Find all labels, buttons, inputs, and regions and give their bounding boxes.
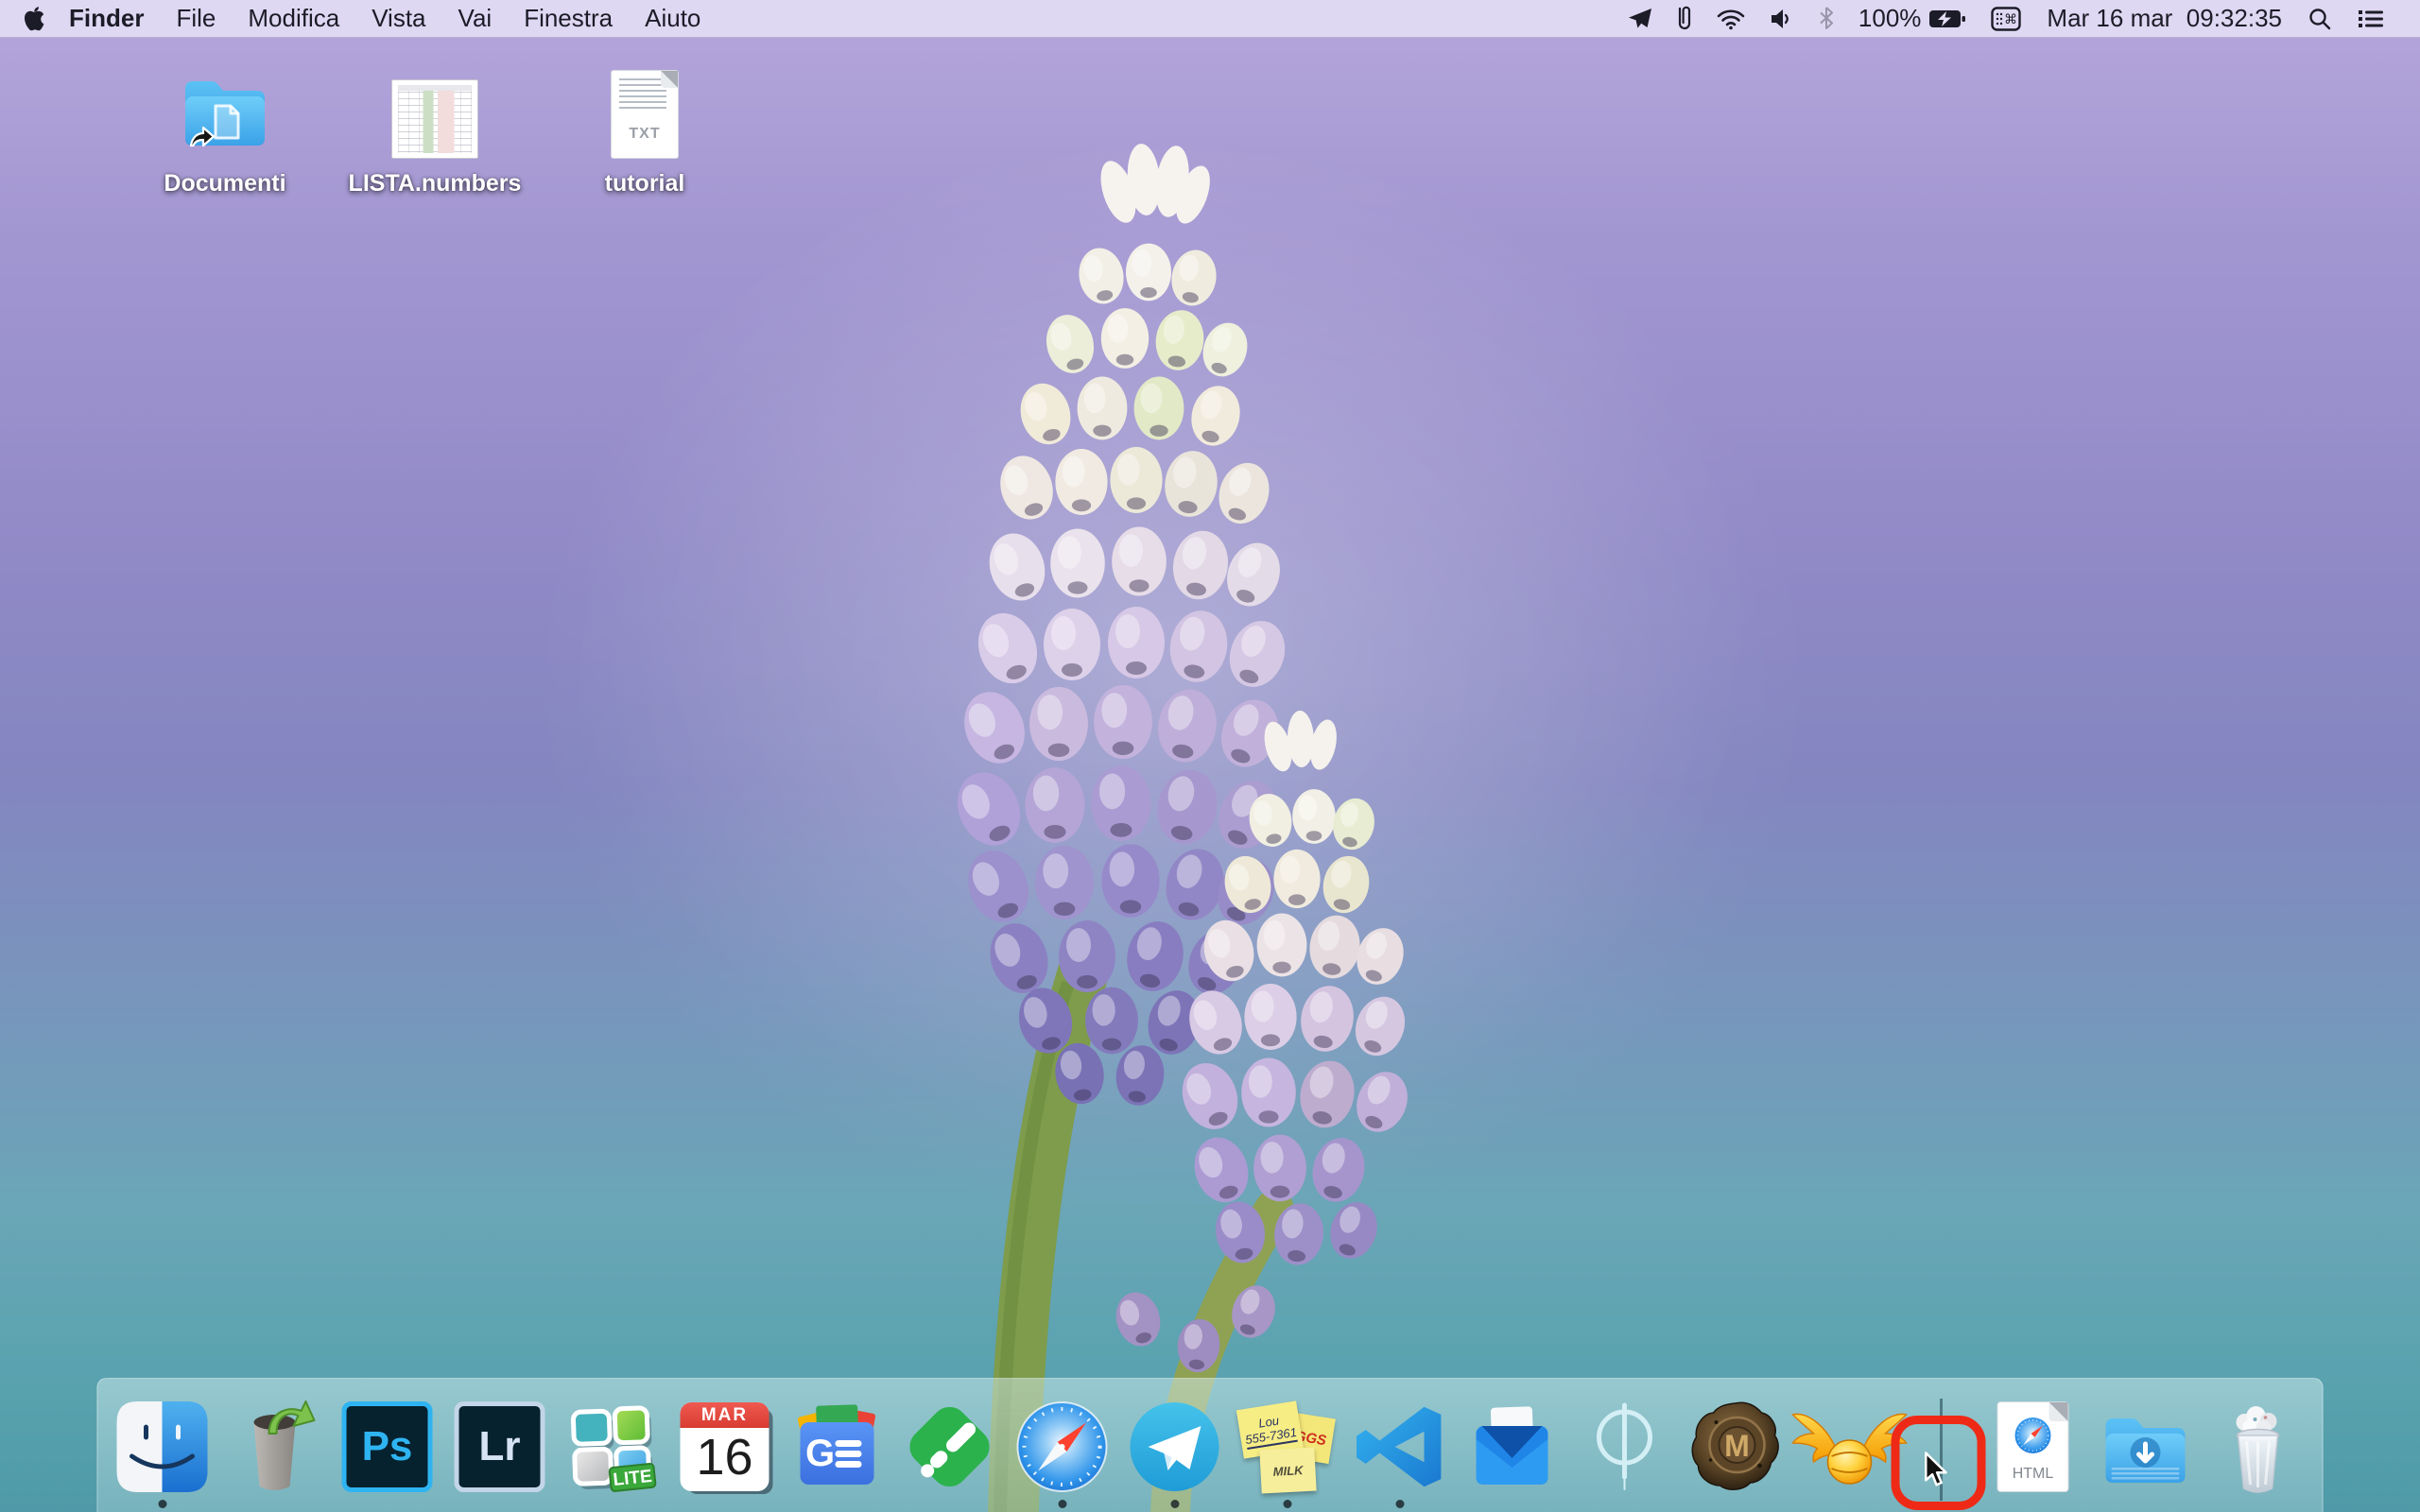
folder-alias-icon <box>176 60 274 159</box>
desktop-icon-label: tutorial <box>605 170 685 198</box>
dock-item-lightroom[interactable]: Lr <box>451 1398 549 1508</box>
phi-tool-icon <box>1576 1398 1674 1496</box>
seal-letter: M <box>1724 1429 1750 1463</box>
menu-aiuto[interactable]: Aiuto <box>629 0 717 38</box>
battery-status[interactable]: 100% <box>1846 0 1979 38</box>
mouse-cursor <box>1923 1450 1951 1489</box>
lite-badge: LITE <box>613 1467 653 1490</box>
numbers-spreadsheet-thumbnail <box>391 79 478 159</box>
html-file-icon: HTML <box>1984 1398 2083 1496</box>
sticky-note-milk: MILK <box>1259 1448 1316 1494</box>
telegram-icon <box>1126 1398 1224 1496</box>
desktop-icon-label: LISTA.numbers <box>349 170 522 198</box>
spotlight-search-icon[interactable] <box>2295 0 2344 38</box>
desktop-icons: Documenti LISTA.numbers TXT tutorial <box>120 49 750 198</box>
menu-finestra[interactable]: Finestra <box>508 0 629 38</box>
battery-percent: 100% <box>1858 4 1922 33</box>
menu-file[interactable]: File <box>160 0 232 38</box>
html-badge: HTML <box>1998 1466 2068 1483</box>
bluetooth-icon[interactable] <box>1806 0 1846 38</box>
feedly-icon <box>901 1398 999 1496</box>
menu-vai[interactable]: Vai <box>442 0 509 38</box>
dock-item-html-file[interactable]: HTML <box>1984 1398 2083 1508</box>
lightroom-icon: Lr <box>451 1398 549 1496</box>
menu-clock[interactable]: Mar 16 mar 09:32:35 <box>2033 4 2295 33</box>
downloads-folder-icon <box>2097 1398 2195 1496</box>
stickies-icon: EGGS Lou 555-7361 MILK <box>1238 1398 1337 1496</box>
trash-full-icon <box>2209 1398 2308 1496</box>
calendar-icon: MAR 16 <box>676 1398 774 1496</box>
dock-item-vscode[interactable] <box>1351 1398 1449 1508</box>
dock-item-mail[interactable] <box>1463 1398 1562 1508</box>
google-news-icon: G <box>788 1398 887 1496</box>
dock: Ps Lr <box>97 1378 2324 1512</box>
lightroom-glyph: Lr <box>479 1423 521 1470</box>
dock-item-phi-tool[interactable] <box>1576 1398 1674 1508</box>
menu-bar: Finder File Modifica Vista Vai Finestra … <box>0 0 2420 38</box>
dock-divider[interactable] <box>1913 1397 1970 1508</box>
dock-item-downloads[interactable] <box>2097 1398 2195 1508</box>
trash-uninstaller-icon <box>226 1398 324 1496</box>
muscari-flowers-illustration <box>0 0 2420 1512</box>
apple-menu-icon[interactable] <box>23 6 45 32</box>
finder-icon <box>113 1398 212 1496</box>
dock-item-safari[interactable] <box>1013 1398 1112 1508</box>
dock-item-photoshop[interactable]: Ps <box>338 1398 437 1508</box>
dock-item-calendar[interactable]: MAR 16 <box>676 1398 774 1508</box>
dock-item-feedly[interactable] <box>901 1398 999 1508</box>
wallpaper <box>0 0 2420 1512</box>
telegram-menu-icon[interactable] <box>1616 0 1665 38</box>
desktop-icon-label: Documenti <box>164 170 285 198</box>
battery-charging-icon <box>1928 9 1966 29</box>
safari-mini-icon <box>2014 1416 2053 1455</box>
paperclip-icon[interactable] <box>1665 0 1704 38</box>
calendar-day: 16 <box>681 1428 769 1486</box>
ministry-seal-icon: M <box>1688 1398 1787 1496</box>
txt-badge: TXT <box>612 126 678 143</box>
mail-icon <box>1463 1398 1562 1496</box>
desktop-icon-lista-numbers[interactable]: LISTA.numbers <box>330 49 540 198</box>
menu-app-name[interactable]: Finder <box>53 0 160 38</box>
dock-item-ministry-seal[interactable]: M <box>1688 1398 1787 1508</box>
svg-text:⌘: ⌘ <box>2004 11 2017 26</box>
safari-icon <box>1013 1398 1112 1496</box>
keyboard-input-icon[interactable]: ⌘ <box>1979 0 2033 38</box>
dock-item-trash[interactable] <box>2209 1398 2308 1508</box>
dock-item-google-news[interactable]: G <box>788 1398 887 1508</box>
desktop-icon-tutorial[interactable]: TXT tutorial <box>540 49 750 198</box>
photoshop-icon: Ps <box>338 1398 437 1496</box>
gnews-letter: G <box>805 1433 835 1474</box>
txt-file-icon: TXT <box>611 70 679 159</box>
dock-item-golden-snitch[interactable] <box>1801 1398 1899 1508</box>
golden-snitch-icon <box>1801 1398 1899 1496</box>
wifi-icon[interactable] <box>1704 0 1757 38</box>
notification-center-icon[interactable] <box>2344 0 2397 38</box>
dock-item-trash-uninstaller[interactable] <box>226 1398 324 1508</box>
calendar-month: MAR <box>681 1402 769 1428</box>
photoshop-glyph: Ps <box>362 1423 413 1470</box>
menu-vista[interactable]: Vista <box>355 0 441 38</box>
dock-item-stickies[interactable]: EGGS Lou 555-7361 MILK <box>1238 1398 1337 1508</box>
dock-item-finder[interactable] <box>113 1398 212 1508</box>
dock-item-telegram[interactable] <box>1126 1398 1224 1508</box>
dock-item-tiles-lite[interactable]: LITE <box>563 1398 662 1508</box>
menu-modifica[interactable]: Modifica <box>232 0 355 38</box>
desktop-icon-documenti[interactable]: Documenti <box>120 49 330 198</box>
volume-icon[interactable] <box>1757 0 1806 38</box>
vscode-icon <box>1351 1398 1449 1496</box>
tiles-lite-icon: LITE <box>563 1398 662 1496</box>
